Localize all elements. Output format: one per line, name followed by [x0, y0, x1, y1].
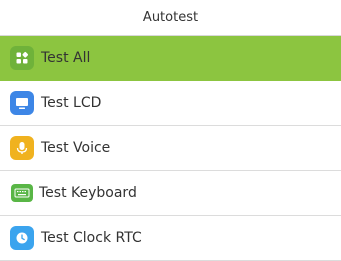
menu-item-label: Test Clock RTC	[41, 230, 142, 246]
menu-item-label: Test Voice	[41, 140, 111, 156]
menu-item-label: Test Keyboard	[39, 185, 137, 201]
page-title: Autotest	[142, 10, 199, 25]
microphone-icon	[10, 136, 34, 160]
monitor-icon	[10, 91, 34, 115]
menu-item-test-voice[interactable]: Test Voice	[0, 126, 341, 171]
grid-icon	[10, 46, 34, 70]
header: Autotest	[0, 0, 341, 36]
menu-item-test-keyboard[interactable]: Test Keyboard	[0, 171, 341, 216]
menu-item-label: Test All	[41, 50, 91, 66]
autotest-menu: Test All Test LCD Test Voice Test Keyboa…	[0, 36, 341, 261]
keyboard-icon	[11, 184, 33, 202]
menu-item-label: Test LCD	[41, 95, 102, 111]
menu-item-test-clock-rtc[interactable]: Test Clock RTC	[0, 216, 341, 261]
menu-item-test-all[interactable]: Test All	[0, 36, 341, 81]
clock-icon	[10, 226, 34, 250]
autotest-screen: Autotest Test All Test LCD Test Voice Te…	[0, 0, 341, 261]
menu-item-test-lcd[interactable]: Test LCD	[0, 81, 341, 126]
